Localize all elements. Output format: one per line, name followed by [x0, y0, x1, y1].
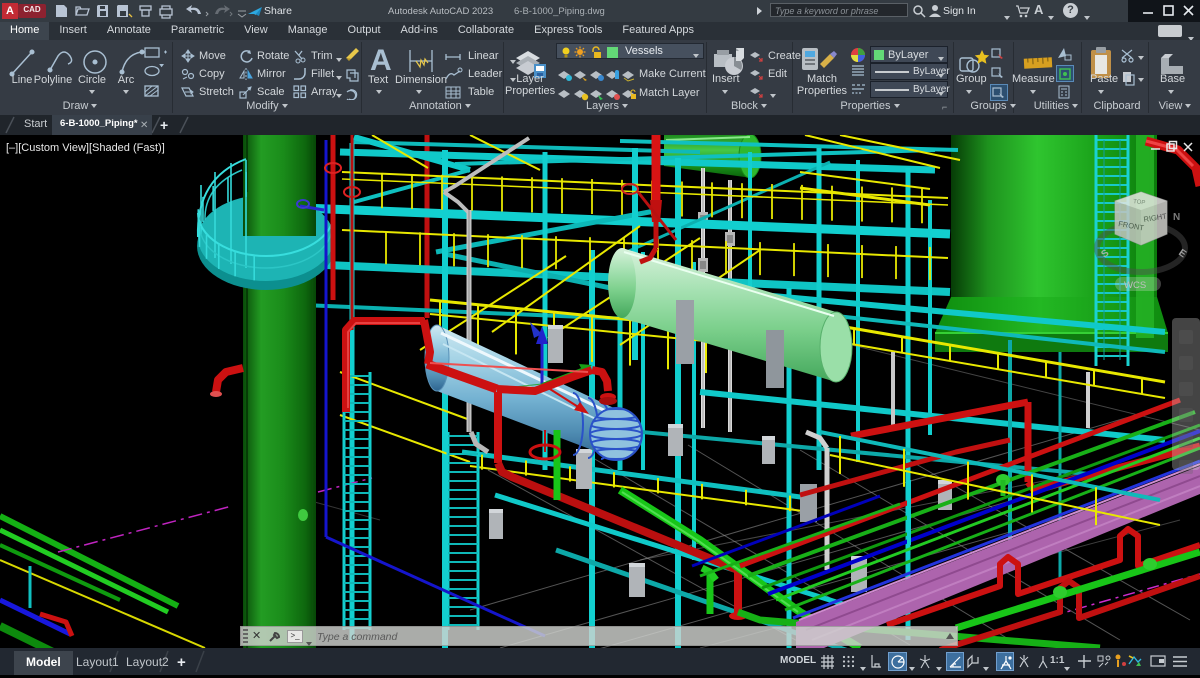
- svg-text:WCS: WCS: [1124, 280, 1146, 291]
- svg-text:N: N: [1173, 212, 1180, 223]
